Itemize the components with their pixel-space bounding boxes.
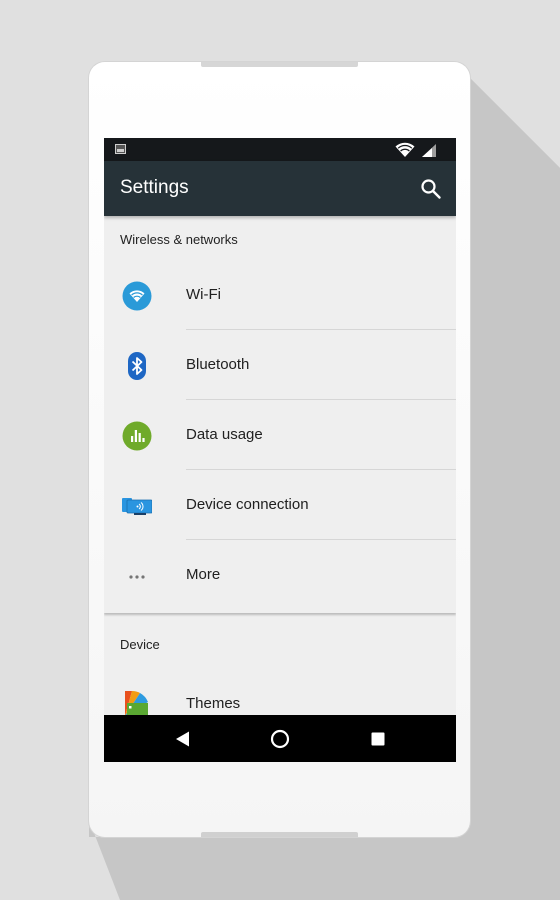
themes-icon: [125, 690, 148, 718]
gallery-notification-icon: [115, 144, 126, 154]
settings-item-label: More: [186, 566, 221, 583]
settings-item-wifi[interactable]: Wi-Fi: [104, 260, 456, 330]
wifi-signal-icon: [395, 142, 415, 157]
settings-item-label: Data usage: [186, 426, 263, 443]
settings-item-label: Wi-Fi: [186, 286, 221, 303]
status-bar: [104, 138, 456, 161]
recents-icon[interactable]: [366, 727, 390, 751]
settings-item-label: Themes: [186, 695, 241, 712]
back-icon[interactable]: [170, 727, 194, 751]
bluetooth-icon: [128, 352, 146, 380]
settings-item-label: Bluetooth: [186, 356, 250, 373]
navigation-bar: [104, 715, 456, 762]
settings-item-bluetooth[interactable]: Bluetooth: [104, 330, 456, 400]
section-header-device: Device: [120, 637, 160, 652]
phone-speaker-top: [201, 62, 358, 67]
page-title: Settings: [120, 177, 189, 198]
phone-screen: Settings Wireless & networks Wi-Fi Bluet…: [104, 138, 456, 762]
wifi-icon: [122, 281, 152, 311]
settings-item-more[interactable]: More: [104, 540, 456, 610]
cellular-signal-icon: [422, 144, 436, 157]
app-bar: Settings: [104, 161, 456, 216]
phone-speaker-bottom: [201, 832, 358, 837]
settings-item-label: Device connection: [186, 496, 309, 513]
section-header-wireless: Wireless & networks: [120, 232, 238, 247]
device-connection-icon: [122, 498, 152, 515]
data-usage-icon: [122, 421, 152, 451]
settings-item-device-connection[interactable]: Device connection: [104, 470, 456, 540]
more-dots-icon: [129, 575, 145, 579]
home-icon[interactable]: [268, 727, 292, 751]
settings-item-data-usage[interactable]: Data usage: [104, 400, 456, 470]
search-icon[interactable]: [420, 178, 442, 200]
wireless-networks-section: Wireless & networks Wi-Fi Bluetooth Data…: [104, 216, 456, 613]
